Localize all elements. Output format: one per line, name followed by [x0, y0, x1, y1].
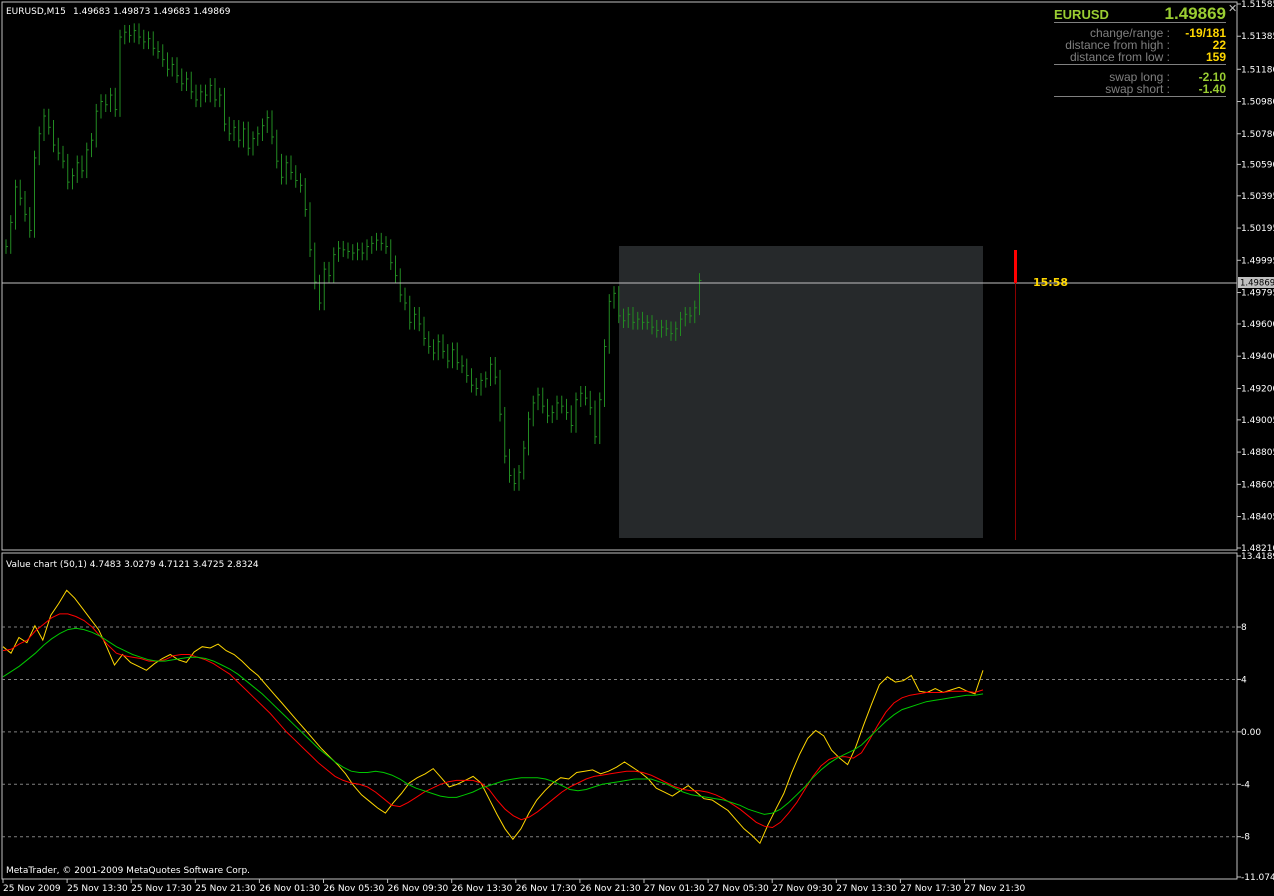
- info-price: 1.49869: [1164, 4, 1226, 23]
- price-axis-label: 1.50590: [1241, 160, 1274, 170]
- time-axis-label: 25 Nov 21:30: [195, 884, 256, 894]
- info-row-swap-short: swap short : -1.40: [1054, 83, 1226, 95]
- current-price-box-label: 1.49869: [1240, 279, 1274, 289]
- time-axis-label: 26 Nov 17:30: [516, 884, 577, 894]
- price-axis-label: 1.49400: [1241, 352, 1274, 362]
- time-axis-label: 27 Nov 21:30: [965, 884, 1026, 894]
- copyright-text: MetaTrader, © 2001-2009 MetaQuotes Softw…: [6, 866, 250, 876]
- indicator-axis-label: 8: [1241, 623, 1247, 633]
- indicator-title: Value chart (50,1) 4.7483 3.0279 4.7121 …: [6, 560, 259, 570]
- bar-timer: 15:58: [1033, 276, 1068, 289]
- info-row-distance-low: distance from low : 159: [1054, 51, 1226, 63]
- info-symbol: EURUSD: [1054, 7, 1109, 22]
- time-axis-label: 26 Nov 21:30: [580, 884, 641, 894]
- time-axis-label: 27 Nov 09:30: [772, 884, 833, 894]
- indicator-axis-label: -8: [1241, 833, 1250, 843]
- price-axis-label: 1.51585: [1241, 0, 1274, 10]
- shaded-session-rect: [619, 246, 983, 538]
- info-label: distance from low :: [1069, 50, 1170, 64]
- time-axis: 25 Nov 2009 25 Nov 13:30 25 Nov 17:30 25 No…: [2, 879, 1026, 894]
- info-label: swap short :: [1105, 82, 1170, 96]
- close-icon[interactable]: ✕: [1228, 3, 1238, 14]
- chart-header-ohlc: 1.49683 1.49873 1.49683 1.49869: [73, 7, 231, 17]
- indicator-axis-label: -11.0748: [1241, 873, 1274, 883]
- info-value: 159: [1205, 50, 1226, 64]
- price-axis-label: 1.50195: [1241, 224, 1274, 234]
- price-bars: [5, 23, 702, 491]
- chart-header-symbol: EURUSD,M15: [6, 7, 66, 17]
- time-axis-label: 27 Nov 17:30: [900, 884, 961, 894]
- time-axis-label: 26 Nov 13:30: [452, 884, 513, 894]
- price-axis-label: 1.49005: [1241, 416, 1274, 426]
- price-axis-label: 1.50780: [1241, 130, 1274, 140]
- price-axis-label: 1.49600: [1241, 320, 1274, 330]
- time-axis-label: 27 Nov 01:30: [644, 884, 705, 894]
- indicator-frame: [1, 552, 1238, 880]
- time-axis-label: 27 Nov 13:30: [836, 884, 897, 894]
- price-axis-label: 1.49995: [1241, 256, 1274, 266]
- time-axis-label: 25 Nov 2009: [3, 884, 61, 894]
- indicator-gridlines: [2, 626, 1237, 838]
- price-axis-label: 1.50395: [1241, 192, 1274, 202]
- time-axis-label: 26 Nov 01:30: [259, 884, 320, 894]
- info-symbol-row: EURUSD 1.49869: [1054, 4, 1226, 23]
- slow-average-line: [2, 627, 984, 815]
- time-axis-label: 26 Nov 05:30: [324, 884, 385, 894]
- indicator-axis-label: 13.4189: [1241, 552, 1274, 562]
- info-value: -1.40: [1198, 82, 1226, 96]
- time-axis-label: 25 Nov 17:30: [131, 884, 192, 894]
- info-separator: [1054, 96, 1226, 97]
- price-axis-label: 1.49200: [1241, 384, 1274, 394]
- info-separator: [1054, 64, 1226, 65]
- indicator-lines: [2, 589, 984, 845]
- price-axis-label: 1.51385: [1241, 32, 1274, 42]
- price-axis-label: 1.48605: [1241, 480, 1274, 490]
- fast-average-line: [2, 613, 984, 829]
- indicator-axis: 13.4189 8 4 0.00 -4 -8 -11.0748: [1237, 552, 1274, 883]
- price-axis-label: 1.51180: [1241, 65, 1274, 75]
- time-axis-label: 26 Nov 09:30: [388, 884, 449, 894]
- price-axis-label: 1.50980: [1241, 98, 1274, 108]
- indicator-axis-label: 4: [1241, 675, 1247, 685]
- value-line: [2, 589, 984, 845]
- chart-canvas[interactable]: 15:58 EURUSD,M15 1.49683 1.49873 1.49683…: [0, 0, 1274, 896]
- time-axis-label: 27 Nov 05:30: [708, 884, 769, 894]
- indicator-axis-label: -4: [1241, 780, 1250, 790]
- indicator-axis-label: 0.00: [1241, 728, 1261, 738]
- price-axis-label: 1.49795: [1241, 289, 1274, 299]
- time-axis-label: 25 Nov 13:30: [67, 884, 128, 894]
- price-axis-label: 1.48405: [1241, 513, 1274, 523]
- price-axis-label: 1.48805: [1241, 448, 1274, 458]
- info-panel: EURUSD 1.49869 change/range : -19/181 di…: [1054, 4, 1226, 99]
